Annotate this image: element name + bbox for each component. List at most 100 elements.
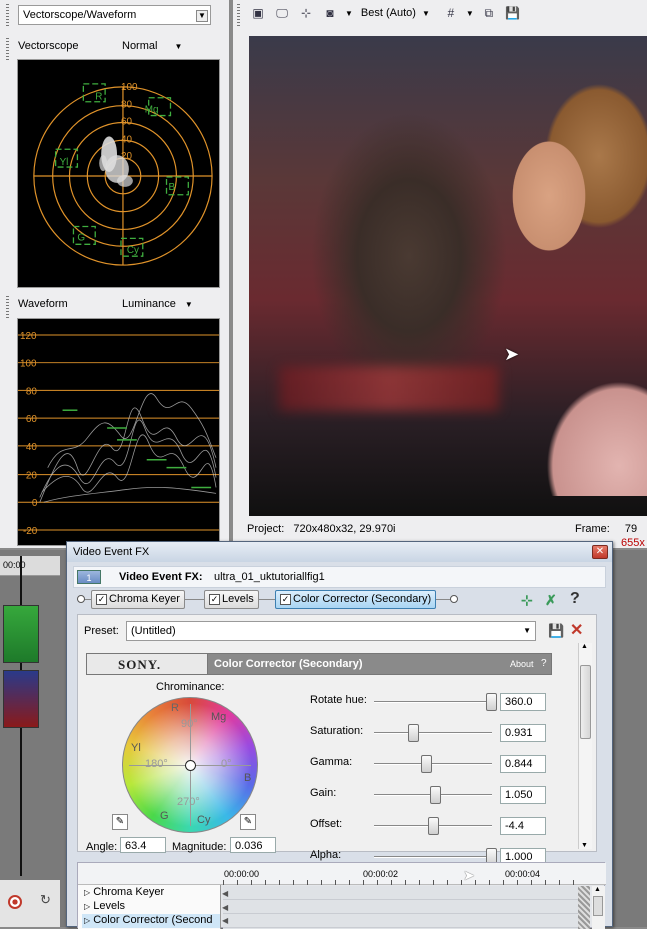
- chain-item-checkbox[interactable]: ✓: [280, 593, 291, 605]
- track-row[interactable]: ▷ Levels: [84, 900, 125, 912]
- chain-item-color-corrector[interactable]: ✓ Color Corrector (Secondary): [275, 590, 437, 609]
- panel-grip[interactable]: [6, 38, 9, 62]
- angle-label: Angle:: [86, 841, 118, 853]
- waveform-axis-label: 20: [26, 471, 38, 482]
- param-value-input[interactable]: 1.050: [500, 786, 546, 804]
- chain-item-levels[interactable]: ✓ Levels: [204, 590, 259, 609]
- close-button[interactable]: ✕: [592, 545, 608, 559]
- event-badge: 1: [77, 570, 101, 584]
- vertical-scrollbar[interactable]: ▲: [592, 886, 605, 929]
- external-monitor-icon[interactable]: 🖵: [273, 4, 291, 22]
- plugin-help-link[interactable]: ?: [541, 658, 547, 669]
- param-slider-thumb[interactable]: [408, 724, 419, 742]
- copy-snapshot-icon[interactable]: ⧉: [480, 4, 498, 22]
- timeline-time: 00:00: [3, 560, 26, 570]
- video-frame: ➤: [249, 36, 647, 516]
- panel-grip[interactable]: [6, 296, 9, 320]
- param-slider-thumb[interactable]: [486, 693, 497, 711]
- angle-input[interactable]: 63.4: [120, 837, 166, 853]
- loop-icon[interactable]: ↻: [40, 892, 51, 908]
- split-screen-icon[interactable]: ⊹: [297, 4, 315, 22]
- eyedropper-icon[interactable]: ✎: [112, 814, 128, 830]
- window-title: Video Event FX: [73, 546, 150, 558]
- chain-item-checkbox[interactable]: ✓: [209, 593, 220, 605]
- keyframe-time: 00:00:04: [505, 869, 541, 879]
- param-value-input[interactable]: -4.4: [500, 817, 546, 835]
- scroll-up-icon[interactable]: ▲: [581, 643, 588, 650]
- save-preset-icon[interactable]: 💾: [548, 623, 564, 639]
- track-row[interactable]: ▷ Chroma Keyer: [84, 886, 164, 898]
- param-slider-thumb[interactable]: [430, 786, 441, 804]
- panel-grip[interactable]: [237, 4, 240, 28]
- keyframe-marker[interactable]: ◀: [222, 889, 228, 898]
- param-slider-track[interactable]: [374, 856, 492, 858]
- keyframe-time: 00:00:02: [363, 869, 399, 879]
- param-label: Gain:: [310, 787, 337, 799]
- param-value-input[interactable]: 360.0: [500, 693, 546, 711]
- wheel-handle[interactable]: [185, 760, 196, 771]
- param-slider-track[interactable]: [374, 732, 492, 734]
- window-titlebar[interactable]: Video Event FX ✕: [67, 542, 612, 562]
- chevron-down-icon[interactable]: ▼: [422, 9, 430, 18]
- preview-properties-icon[interactable]: ▣: [249, 4, 267, 22]
- wheel-label: R: [171, 702, 179, 714]
- panel-grip[interactable]: [6, 4, 9, 28]
- magnitude-input[interactable]: 0.036: [230, 837, 276, 853]
- chevron-down-icon: ▼: [174, 42, 183, 51]
- waveform-title: Waveform: [18, 298, 68, 310]
- chrominance-wheel[interactable]: R Mg Yl B G Cy 90° 180° 0° 270°: [122, 697, 258, 833]
- chevron-down-icon[interactable]: ▼: [466, 9, 474, 18]
- preview-quality[interactable]: Best (Auto): [361, 7, 416, 19]
- preset-dropdown[interactable]: (Untitled) ▼: [126, 621, 536, 641]
- chain-item-chroma-keyer[interactable]: ✓ Chroma Keyer: [91, 590, 185, 609]
- overlay-icon[interactable]: ◙: [321, 4, 339, 22]
- chevron-down-icon[interactable]: ▼: [345, 9, 353, 18]
- keyframe-marker[interactable]: ◀: [222, 903, 228, 912]
- scroll-up-icon[interactable]: ▲: [594, 886, 601, 893]
- delete-preset-icon[interactable]: ✕: [570, 620, 583, 640]
- chain-item-checkbox[interactable]: ✓: [96, 593, 107, 605]
- waveform-display: 120 100 80 60 40 20 0 -20: [17, 318, 220, 546]
- vertical-scrollbar[interactable]: ▲ ▼: [578, 643, 592, 849]
- keyframe-time: 00:00:00: [224, 869, 260, 879]
- fx-header-file: ultra_01_uktutoriallfig1: [214, 571, 325, 583]
- chevron-down-icon[interactable]: ▼: [196, 10, 208, 22]
- track-row[interactable]: ▷ Color Corrector (Second: [82, 914, 220, 928]
- video-clip[interactable]: [3, 670, 39, 728]
- param-value-input[interactable]: 0.844: [500, 755, 546, 773]
- waveform-axis-label: 40: [26, 442, 38, 453]
- vectorscope-title: Vectorscope: [18, 40, 79, 52]
- scroll-thumb[interactable]: [593, 896, 603, 916]
- scope-selector[interactable]: Vectorscope/Waveform ▼: [18, 5, 211, 25]
- grid-icon[interactable]: #: [442, 4, 460, 22]
- param-slider-thumb[interactable]: [428, 817, 439, 835]
- param-slider-track[interactable]: [374, 763, 492, 765]
- param-value-input[interactable]: 0.931: [500, 724, 546, 742]
- param-label: Gamma:: [310, 756, 353, 768]
- video-clip[interactable]: [3, 605, 39, 663]
- param-slider-track[interactable]: [374, 701, 492, 703]
- waveform-axis-label: 60: [26, 414, 38, 425]
- param-slider-thumb[interactable]: [421, 755, 432, 773]
- scroll-thumb[interactable]: [580, 665, 591, 739]
- vectorscope-mode[interactable]: Normal ▼: [122, 40, 182, 52]
- eyedropper-icon[interactable]: ✎: [240, 814, 256, 830]
- keyframe-marker[interactable]: ◀: [222, 916, 228, 925]
- waveform-mode[interactable]: Luminance ▼: [122, 298, 193, 310]
- wheel-label: 270°: [177, 796, 200, 808]
- ring-label: 80: [121, 100, 133, 111]
- waveform-axis-label: 120: [20, 331, 37, 342]
- add-plugin-icon[interactable]: ⊹: [521, 592, 533, 609]
- chevron-down-icon: ▼: [523, 626, 531, 635]
- record-button[interactable]: [8, 895, 22, 909]
- scroll-down-icon[interactable]: ▼: [581, 842, 588, 849]
- waveform-axis-label: 0: [32, 498, 38, 509]
- save-snapshot-icon[interactable]: 💾: [504, 4, 522, 22]
- remove-plugin-icon[interactable]: ✗: [545, 592, 557, 609]
- vectorscope-display: 100 80 60 40 20 R Mg B Cy G Yl: [17, 59, 220, 288]
- help-icon[interactable]: ?: [570, 590, 580, 608]
- target-label: G: [77, 232, 85, 243]
- display-info: 655x: [621, 537, 645, 549]
- project-info: Project: 720x480x32, 29.970i: [247, 523, 396, 535]
- about-link[interactable]: About: [510, 659, 534, 669]
